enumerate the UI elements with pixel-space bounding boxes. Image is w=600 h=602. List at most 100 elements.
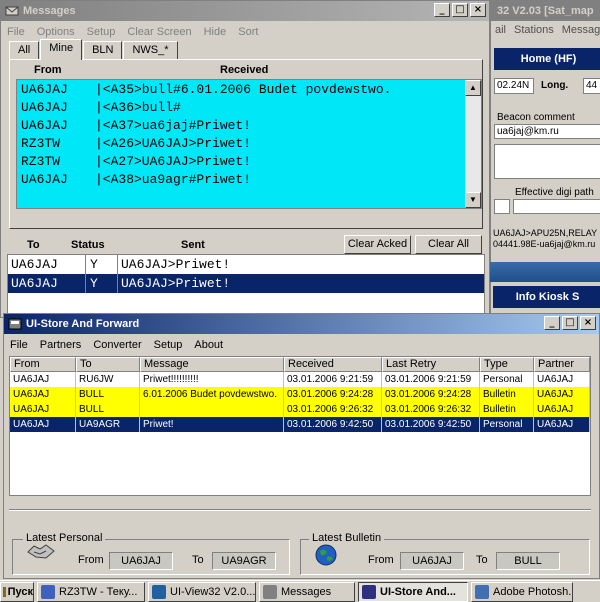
tab-bln[interactable]: BLN — [83, 41, 123, 60]
bulletin-from-field: UA6JAJ — [400, 552, 464, 570]
received-row[interactable]: UA6JAJ |<A36>bull# — [17, 98, 481, 116]
menu-hide[interactable]: Hide — [198, 26, 233, 38]
grid-col-last-retry[interactable]: Last Retry — [382, 357, 480, 372]
grid-cell-partner: UA6JAJ — [534, 417, 590, 432]
minimize-icon[interactable]: _ — [434, 3, 450, 17]
received-from: RZ3TW — [21, 153, 61, 169]
received-row[interactable]: UA6JAJ |<A38>ua9agr#Priwet! — [17, 170, 481, 188]
photoshop-icon — [475, 584, 489, 599]
col-from[interactable]: From — [34, 64, 62, 76]
messages-icon — [263, 584, 277, 599]
menu-clear-screen[interactable]: Clear Screen — [121, 26, 197, 38]
store-menu-partners[interactable]: Partners — [34, 339, 88, 351]
store-titlebar[interactable]: UI-Store And Forward _ □ × — [4, 314, 599, 334]
taskbar-item-label: Messages — [281, 585, 332, 598]
menu-file[interactable]: File — [1, 26, 31, 38]
sent-list[interactable]: UA6JAJ Y UA6JAJ>Priwet! UA6JAJ Y UA6JAJ>Priwe… — [7, 254, 485, 314]
received-row[interactable]: RZ3TW |<A27>UA6JAJ>Priwet! — [17, 152, 481, 170]
uiview-menu-messages[interactable]: Messag — [562, 21, 600, 39]
received-header: From Received — [16, 64, 480, 78]
grid-row[interactable]: UA6JAJ BULL 6.01.2006 Budet povdewstwo. 03.… — [10, 387, 590, 402]
received-row[interactable]: UA6JAJ |<A35>bull#6.01.2006 Budet povdews… — [17, 80, 481, 98]
personal-to-label: To — [192, 554, 204, 566]
col-to[interactable]: To — [27, 239, 40, 251]
store-menubar: File Partners Converter Setup About — [4, 335, 599, 354]
taskbar-item[interactable]: RZ3TW - Теку... — [37, 581, 145, 602]
uiview-menu-mail[interactable]: ail — [495, 21, 506, 39]
store-minimize-icon[interactable]: _ — [544, 316, 560, 330]
menu-options[interactable]: Options — [31, 26, 81, 38]
col-received[interactable]: Received — [220, 64, 268, 76]
grid-cell-to: RU6JW — [76, 372, 140, 387]
grid-cell-partner: UA6JAJ — [534, 387, 590, 402]
grid-row[interactable]: UA6JAJ UA9AGR Priwet! 03.01.2006 9:42:50 03.… — [10, 417, 590, 432]
scroll-down-icon[interactable]: ▼ — [465, 192, 481, 208]
messages-titlebar[interactable]: Messages _ □ × — [1, 1, 489, 21]
store-maximize-icon[interactable]: □ — [562, 316, 578, 330]
taskbar-item[interactable]: UI-Store And... — [358, 581, 468, 602]
menu-setup[interactable]: Setup — [81, 26, 122, 38]
sent-row[interactable]: UA6JAJ Y UA6JAJ>Priwet! — [8, 255, 484, 274]
clear-acked-button[interactable]: Clear Acked — [344, 235, 411, 254]
maximize-icon[interactable]: □ — [452, 3, 468, 17]
grid-col-received[interactable]: Received — [284, 357, 382, 372]
store-menu-setup[interactable]: Setup — [148, 339, 189, 351]
start-button[interactable]: Пуск — [0, 581, 34, 602]
sent-message: UA6JAJ>Priwet! — [121, 257, 231, 272]
home-banner[interactable]: Home (HF) — [494, 48, 600, 70]
digi-path-field-2[interactable] — [513, 199, 600, 214]
grid-cell-from: UA6JAJ — [10, 417, 76, 432]
clear-all-button[interactable]: Clear All — [415, 235, 482, 254]
col-status[interactable]: Status — [71, 239, 105, 251]
grid-cell-received: 03.01.2006 9:24:28 — [284, 387, 382, 402]
taskbar-item[interactable]: Messages — [259, 581, 355, 602]
store-window: UI-Store And Forward _ □ × File Partners… — [3, 313, 600, 579]
personal-from-label: From — [78, 554, 104, 566]
store-menu-converter[interactable]: Converter — [87, 339, 147, 351]
uiview-icon — [152, 584, 166, 599]
grid-col-type[interactable]: Type — [480, 357, 534, 372]
latitude-field[interactable]: 02.24N — [494, 78, 534, 94]
received-row[interactable]: UA6JAJ |<A37>ua6jaj#Priwet! — [17, 116, 481, 134]
beacon-extra-field[interactable] — [494, 144, 600, 179]
tab-mine[interactable]: Mine — [40, 39, 83, 60]
received-list[interactable]: UA6JAJ |<A35>bull#6.01.2006 Budet povdews… — [16, 79, 482, 209]
taskbar-item[interactable]: UI-View32 V2.0... — [148, 581, 256, 602]
grid-cell-message: Priwet!!!!!!!!!! — [140, 372, 284, 387]
grid-cell-retry: 03.01.2006 9:26:32 — [382, 402, 480, 417]
grid-col-partner[interactable]: Partner — [534, 357, 590, 372]
col-sent[interactable]: Sent — [181, 239, 205, 251]
store-title: UI-Store And Forward — [26, 318, 140, 330]
grid-row[interactable]: UA6JAJ BULL 03.01.2006 9:26:32 03.01.2006 9… — [10, 402, 590, 417]
grid-row[interactable]: UA6JAJ RU6JW Priwet!!!!!!!!!! 03.01.2006 9:… — [10, 372, 590, 387]
bulletin-from-label: From — [368, 554, 394, 566]
store-menu-file[interactable]: File — [4, 339, 34, 351]
taskbar-item[interactable]: Adobe Photosh... — [471, 581, 573, 602]
grid-col-from[interactable]: From — [10, 357, 76, 372]
map-strip — [490, 262, 600, 282]
store-grid[interactable]: From To Message Received Last Retry Type… — [9, 356, 591, 496]
close-icon[interactable]: × — [470, 3, 486, 17]
messages-app-icon — [5, 4, 19, 18]
digi-path-field-1[interactable] — [494, 199, 510, 214]
grid-cell-from: UA6JAJ — [10, 402, 76, 417]
uiview-menu-stations[interactable]: Stations — [514, 21, 554, 39]
grid-col-to[interactable]: To — [76, 357, 140, 372]
grid-col-message[interactable]: Message — [140, 357, 284, 372]
store-close-icon[interactable]: × — [580, 316, 596, 330]
messages-title: Messages — [23, 5, 76, 17]
messages-window: Messages _ □ × File Options Setup Clear … — [0, 0, 490, 318]
menu-sort[interactable]: Sort — [232, 26, 264, 38]
received-scrollbar[interactable]: ▲ ▼ — [465, 80, 481, 208]
received-row[interactable]: RZ3TW |<A26>UA6JAJ>Priwet! — [17, 134, 481, 152]
store-menu-about[interactable]: About — [188, 339, 229, 351]
info-kiosk-banner[interactable]: Info Kiosk S — [493, 286, 600, 308]
received-message: |<A26>UA6JAJ>Priwet! — [95, 135, 252, 151]
received-message: |<A37>ua6jaj#Priwet! — [95, 117, 252, 133]
tab-nws[interactable]: NWS_* — [123, 41, 178, 60]
beacon-comment-field[interactable]: ua6jaj@km.ru — [494, 124, 600, 139]
longitude-field[interactable]: 44 — [583, 78, 600, 94]
sent-row[interactable]: UA6JAJ Y UA6JAJ>Priwet! — [8, 274, 484, 293]
tab-all[interactable]: All — [9, 41, 40, 60]
scroll-up-icon[interactable]: ▲ — [465, 80, 481, 96]
